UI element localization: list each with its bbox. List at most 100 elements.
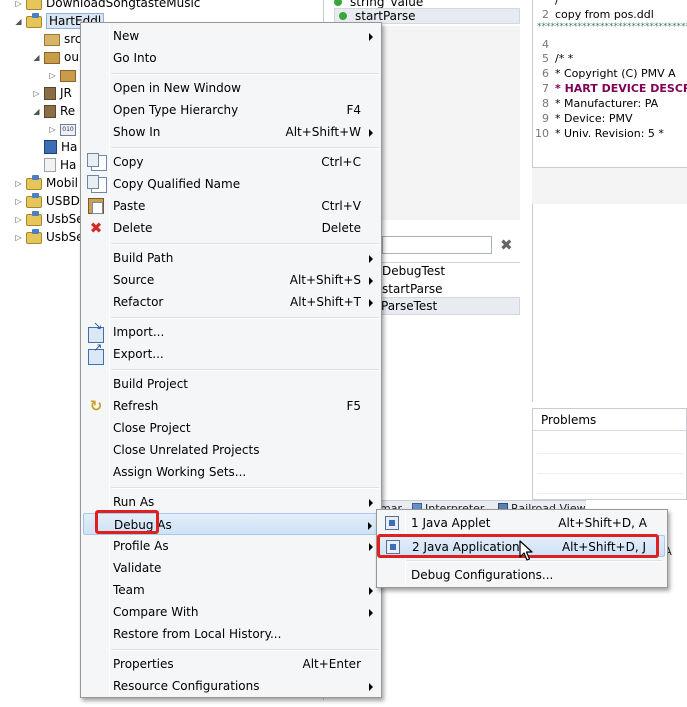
refresh-icon: ↻ [89, 397, 103, 415]
menu-item-label: Team [113, 583, 145, 597]
menu-item-paste[interactable]: Paste Ctrl+V [83, 195, 379, 217]
menu-item-resource-configurations[interactable]: Resource Configurations [83, 675, 379, 697]
menu-separator [111, 649, 379, 651]
menu-item-label: Validate [113, 561, 162, 575]
menu-item-label: Open in New Window [113, 81, 241, 95]
code-editor[interactable]: / 2 copy from pos.ddl ******************… [532, 0, 687, 168]
expand-twisty-icon[interactable]: ▷ [48, 71, 57, 80]
tree-item-package[interactable]: ▷ [48, 66, 80, 84]
tree-item-jar[interactable]: ▷ 010 [48, 120, 80, 138]
menu-item-build-project[interactable]: Build Project [83, 373, 379, 395]
menu-item-copy-qualified-name[interactable]: Copy Qualified Name [83, 173, 379, 195]
menu-item-shortcut: Alt+Shift+S [289, 273, 361, 287]
menu-item-open-in-new-window[interactable]: Open in New Window [83, 77, 379, 99]
menu-item-export[interactable]: Export... [83, 341, 379, 365]
menu-item-label: Show In [113, 125, 161, 139]
tree-item-label: DownloadSongtasteMusic [46, 0, 201, 10]
menu-item-import[interactable]: Import... [83, 319, 379, 343]
project-icon [26, 13, 42, 28]
list-item[interactable]: startParse [382, 280, 443, 298]
menu-item-go-into[interactable]: Go Into [83, 47, 379, 69]
code-line: /* * [555, 52, 574, 65]
expand-twisty-icon[interactable]: ▷ [48, 125, 57, 134]
code-line: * Manufacturer: PA [555, 97, 659, 110]
menu-item-profile-as[interactable]: Profile As [83, 535, 379, 557]
list-item[interactable]: DebugTest [382, 262, 445, 280]
expand-twisty-icon[interactable]: ▷ [14, 233, 23, 242]
collapse-twisty-icon[interactable]: ◢ [32, 53, 41, 62]
tree-item-usbse-2[interactable]: ▷ UsbSe [14, 228, 84, 246]
collapse-twisty-icon[interactable]: ◢ [32, 107, 41, 116]
menu-item-copy[interactable]: Copy Ctrl+C [83, 151, 379, 173]
expand-twisty-icon[interactable]: ▷ [14, 0, 23, 8]
collapse-twisty-icon[interactable]: ◢ [14, 17, 23, 26]
list-item-label: startParse [382, 282, 443, 296]
menu-item-shortcut: Alt+Shift+D, A [558, 516, 647, 530]
tree-item-usbde[interactable]: ▷ USBDe [14, 192, 87, 210]
menu-item-label: Build Project [113, 377, 188, 391]
annotation-highlight-java-application [377, 534, 659, 558]
menu-item-open-type-hierarchy[interactable]: Open Type Hierarchy F4 [83, 99, 379, 121]
tree-item-downloadsongtastemusic[interactable]: ▷ DownloadSongtasteMusic [14, 0, 200, 12]
tree-item-java-file[interactable]: Ha [32, 138, 77, 156]
tree-item-jre[interactable]: ▷ JR [32, 84, 72, 102]
expand-twisty-icon[interactable]: ▷ [14, 179, 23, 188]
menu-item-properties[interactable]: Properties Alt+Enter [83, 653, 379, 675]
expand-twisty-icon[interactable]: ▷ [14, 215, 23, 224]
binary-jar-icon: 010 [60, 124, 76, 136]
filter-input[interactable] [382, 236, 492, 254]
menu-item-build-path[interactable]: Build Path [83, 247, 379, 269]
line-number: 7 [542, 82, 549, 95]
tree-item-src[interactable]: src [32, 30, 82, 48]
menu-item-label: New [113, 29, 140, 43]
menu-item-show-in[interactable]: Show In Alt+Shift+W [83, 121, 379, 143]
menu-item-close-unrelated-projects[interactable]: Close Unrelated Projects [83, 439, 379, 461]
expand-twisty-icon[interactable]: ▷ [32, 89, 41, 98]
menu-item-source[interactable]: Source Alt+Shift+S [83, 269, 379, 291]
menu-item-label: Refresh [113, 399, 159, 413]
paste-icon [88, 198, 104, 214]
library-icon [44, 87, 56, 100]
table-row-divider [537, 473, 683, 474]
menu-item-refactor[interactable]: Refactor Alt+Shift+T [83, 291, 379, 313]
project-icon [26, 211, 42, 226]
copy-icon [87, 175, 107, 193]
tab-problems[interactable]: Problems [533, 409, 686, 431]
menu-item-delete[interactable]: ✖ Delete Delete [83, 217, 379, 239]
project-icon [26, 193, 42, 208]
tree-item-mobil[interactable]: ▷ Mobil [14, 174, 78, 192]
tree-item-usbse-1[interactable]: ▷ UsbSe [14, 210, 84, 228]
menu-item-label: Paste [113, 199, 146, 213]
menu-item-refresh[interactable]: ↻ Refresh F5 [83, 395, 379, 417]
tree-item-label: Ha [61, 140, 78, 154]
menu-separator [407, 560, 663, 562]
menu-separator [111, 73, 379, 75]
menu-item-shortcut: Alt+Shift+T [290, 295, 361, 309]
menu-item-label: Properties [113, 657, 174, 671]
menu-item-new[interactable]: New [83, 25, 379, 47]
tree-item-label: JR [60, 86, 72, 100]
code-line: / [555, 0, 559, 7]
menu-item-java-applet[interactable]: 1 Java Applet Alt+Shift+D, A [379, 512, 665, 534]
expand-twisty-icon[interactable]: ▷ [14, 197, 23, 206]
menu-item-debug-configurations[interactable]: Debug Configurations... [379, 564, 665, 586]
tree-item-file[interactable]: Ha [32, 156, 76, 174]
menu-item-validate[interactable]: Validate [83, 557, 379, 579]
clear-filter-icon[interactable]: ✖ [500, 236, 513, 254]
menu-item-compare-with[interactable]: Compare With [83, 601, 379, 623]
menu-item-restore-from-local-history[interactable]: Restore from Local History... [83, 623, 379, 645]
menu-item-label: Refactor [113, 295, 164, 309]
list-item-selected[interactable]: ParseTest [376, 297, 520, 315]
submenu-arrow-icon [369, 299, 373, 307]
tree-item-referenced-libraries[interactable]: ◢ Re [32, 102, 75, 120]
tree-item-output[interactable]: ◢ ou [32, 48, 79, 66]
library-icon [44, 105, 56, 118]
secondary-view [532, 204, 687, 402]
line-number: 2 [542, 8, 549, 21]
menu-item-close-project[interactable]: Close Project [83, 417, 379, 439]
menu-item-label: Copy Qualified Name [113, 177, 241, 191]
menu-item-assign-working-sets[interactable]: Assign Working Sets... [83, 461, 379, 483]
menu-item-team[interactable]: Team [83, 579, 379, 601]
menu-item-label: Copy [113, 155, 144, 169]
project-icon [26, 0, 42, 10]
